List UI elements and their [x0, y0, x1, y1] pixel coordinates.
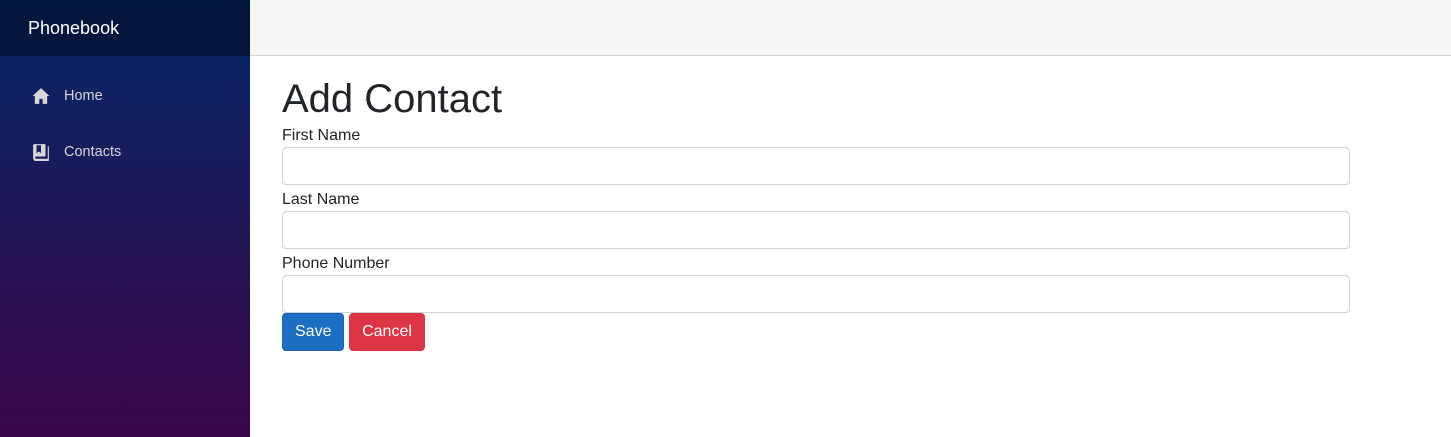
- save-button[interactable]: Save: [282, 313, 344, 351]
- first-name-label: First Name: [282, 127, 361, 144]
- home-icon: [32, 87, 50, 105]
- cancel-button[interactable]: Cancel: [349, 313, 425, 351]
- phone-number-input[interactable]: [282, 275, 1350, 313]
- sidebar-item-label: Contacts: [64, 144, 122, 160]
- phone-number-label: Phone Number: [282, 255, 390, 272]
- page-title: Add Contact: [282, 77, 503, 121]
- sidebar-item-contacts[interactable]: Contacts: [0, 124, 250, 180]
- form-actions: Save Cancel: [282, 313, 1350, 351]
- brand-bar: Phonebook: [0, 0, 250, 56]
- last-name-group: Last Name: [282, 190, 1350, 249]
- sidebar: Phonebook Home Contacts: [0, 0, 250, 437]
- last-name-label: Last Name: [282, 191, 360, 208]
- sidebar-item-home[interactable]: Home: [0, 68, 250, 124]
- top-row: [250, 0, 1451, 56]
- sidebar-nav: Home Contacts: [0, 68, 250, 180]
- phone-number-group: Phone Number: [282, 254, 1350, 313]
- last-name-input[interactable]: [282, 211, 1350, 249]
- first-name-input[interactable]: [282, 147, 1350, 185]
- first-name-group: First Name: [282, 126, 1350, 185]
- book-icon: [32, 143, 50, 161]
- sidebar-item-label: Home: [64, 88, 103, 104]
- brand-link[interactable]: Phonebook: [28, 18, 119, 39]
- main-content: Add Contact First Name Last Name Phone N…: [282, 56, 1350, 351]
